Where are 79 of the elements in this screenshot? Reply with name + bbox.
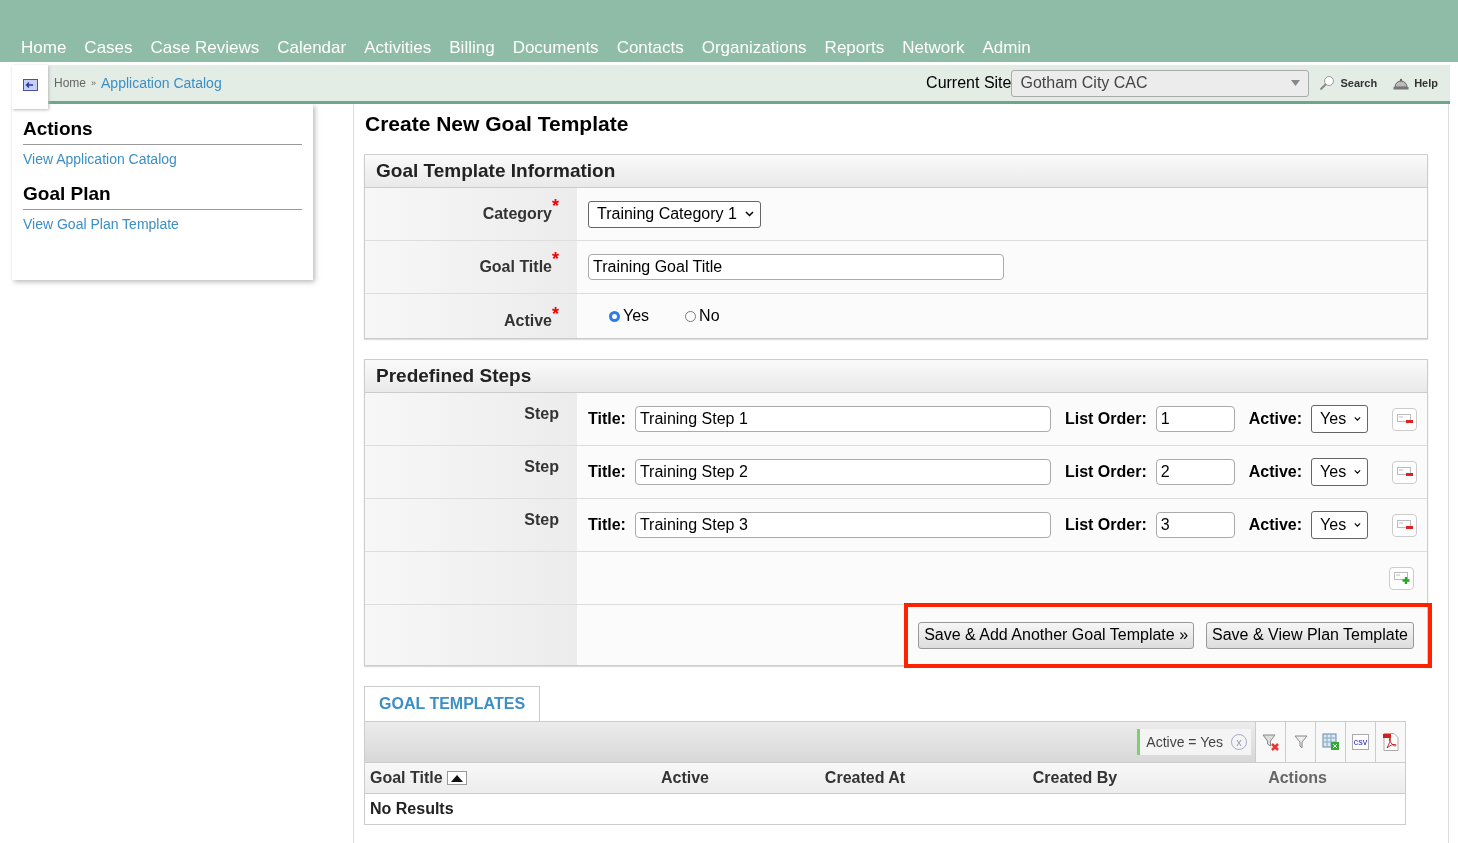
- input-field[interactable]: 3: [1155, 512, 1235, 538]
- column-header[interactable]: Active: [600, 769, 770, 787]
- sidebar-link[interactable]: View Application Catalog: [23, 151, 302, 167]
- column-header[interactable]: Goal Title: [365, 769, 600, 787]
- field-label: Step: [524, 405, 559, 423]
- filter-label: Active = Yes: [1146, 734, 1223, 750]
- field-label: List Order:: [1064, 463, 1147, 481]
- field-label: List Order:: [1064, 410, 1147, 428]
- breadcrumb-separator: »: [91, 78, 97, 88]
- add-icon: [1393, 572, 1410, 584]
- bell-icon: [1393, 76, 1410, 90]
- dropdown-arrow-icon: [1291, 80, 1301, 86]
- column-header[interactable]: Created By: [960, 769, 1190, 787]
- save-button[interactable]: Save & Add Another Goal Template »: [918, 621, 1195, 649]
- input-field[interactable]: 1: [1155, 406, 1235, 432]
- field-label: Step: [524, 458, 559, 476]
- field-label: Title:: [588, 516, 626, 534]
- input-field[interactable]: Training Goal Title: [588, 254, 1004, 280]
- required-mark: *: [552, 304, 559, 325]
- remove-icon: [1396, 467, 1413, 477]
- tab[interactable]: GOAL TEMPLATES: [364, 686, 541, 721]
- clear-filter-button[interactable]: [1255, 722, 1285, 762]
- radio-option[interactable]: Yes: [609, 307, 650, 325]
- input-field[interactable]: Training Step 1: [634, 406, 1051, 432]
- chevron-icon: [744, 211, 754, 217]
- add-row-button[interactable]: [1389, 566, 1414, 590]
- column-header[interactable]: Created At: [770, 769, 960, 787]
- remove-icon: [1396, 414, 1413, 424]
- input-field[interactable]: Training Step 2: [634, 459, 1051, 485]
- field-label: Active:: [1248, 410, 1303, 428]
- sidebar-toggle[interactable]: [12, 65, 48, 109]
- collapse-icon: [22, 79, 38, 91]
- category-select[interactable]: Training Category 1: [588, 200, 761, 228]
- field-label: Title:: [588, 410, 626, 428]
- radio-option[interactable]: No: [685, 307, 720, 325]
- field-label: Active:: [1248, 516, 1303, 534]
- site-select[interactable]: Gotham City CAC: [1011, 69, 1310, 97]
- input-field[interactable]: 2: [1155, 459, 1235, 485]
- chevron-icon: [1354, 469, 1362, 475]
- required-mark: *: [552, 249, 559, 270]
- column-header[interactable]: Actions: [1190, 769, 1405, 787]
- excel-export-button[interactable]: [1315, 722, 1345, 762]
- sidebar-heading: Goal Plan: [23, 179, 302, 210]
- site-label: Current Site: [926, 74, 1012, 92]
- header-link[interactable]: Help: [1393, 76, 1438, 90]
- field-label: Active: [503, 312, 552, 330]
- field-label: Category: [482, 205, 552, 223]
- remove-icon: [1396, 520, 1413, 530]
- chevron-icon: [1354, 522, 1362, 528]
- csv-export-button[interactable]: csv: [1345, 722, 1375, 762]
- spreadsheet-icon: [1321, 733, 1340, 751]
- filter-clear-icon: [1261, 733, 1280, 751]
- field-label: Goal Title: [479, 258, 552, 276]
- required-mark: *: [552, 196, 559, 217]
- pdf-icon: [1382, 733, 1399, 751]
- active-select[interactable]: Yes: [1311, 405, 1369, 433]
- search-icon: [1319, 75, 1336, 91]
- chevron-icon: [1354, 416, 1362, 422]
- section-header: Goal Template Information: [365, 155, 1427, 188]
- page-title: Create New Goal Template: [365, 112, 630, 136]
- save-button[interactable]: Save & View Plan Template: [1206, 621, 1414, 649]
- field-label: Title:: [588, 463, 626, 481]
- input-field[interactable]: Training Step 3: [634, 512, 1051, 538]
- sidebar-heading: Actions: [23, 114, 302, 145]
- active-select[interactable]: Yes: [1311, 511, 1369, 539]
- breadcrumb-link[interactable]: Home: [54, 76, 86, 90]
- active-select[interactable]: Yes: [1311, 458, 1369, 486]
- field-label: Active:: [1248, 463, 1303, 481]
- filter-icon: [1293, 735, 1308, 749]
- remove-row-button[interactable]: [1392, 513, 1418, 537]
- field-label: List Order:: [1064, 516, 1147, 534]
- section-header: Predefined Steps: [365, 360, 1427, 393]
- remove-row-button[interactable]: [1392, 407, 1418, 431]
- empty-message: No Results: [369, 799, 455, 819]
- header-link[interactable]: Search: [1319, 75, 1378, 91]
- sidebar-link[interactable]: View Goal Plan Template: [23, 216, 302, 232]
- remove-row-button[interactable]: [1392, 460, 1418, 484]
- field-label: Step: [524, 511, 559, 529]
- pdf-export-button[interactable]: [1375, 722, 1405, 762]
